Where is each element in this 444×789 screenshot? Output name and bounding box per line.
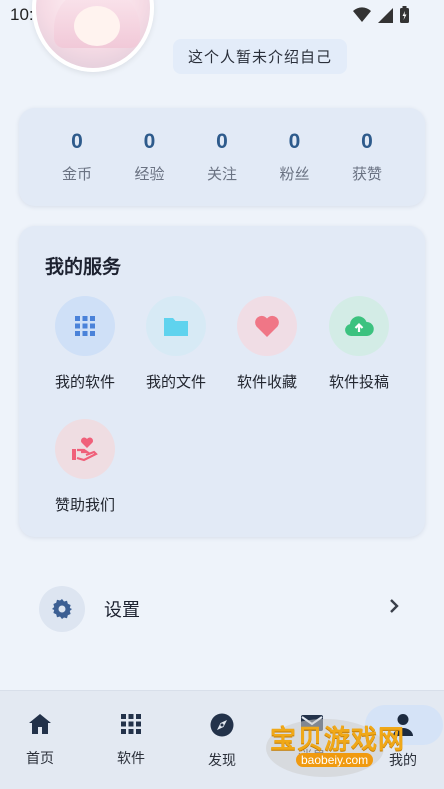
settings-icon-circle	[39, 586, 85, 632]
cloud-upload-icon	[345, 316, 374, 336]
services-card: 我的服务 我的软件 我的文件 软件收藏 软件投稿 赞助我们	[19, 226, 425, 537]
service-label: 我的软件	[54, 373, 115, 391]
nav-item-home[interactable]: 首页	[0, 713, 80, 768]
grid-icon	[75, 316, 95, 336]
stat-label: 经验	[134, 165, 165, 183]
services-title: 我的服务	[45, 256, 122, 278]
home-icon	[29, 714, 51, 734]
status-icons	[353, 6, 410, 24]
service-favorites[interactable]: 软件收藏	[221, 296, 313, 392]
avatar[interactable]	[32, 0, 154, 72]
watermark: 宝贝游戏网 baobeiy.com	[266, 695, 416, 781]
stat-label: 金币	[61, 165, 92, 183]
stat-experience[interactable]: 0 经验	[128, 108, 172, 206]
avatar-face	[74, 6, 120, 46]
service-label: 软件收藏	[236, 373, 297, 391]
service-icon-circle	[146, 296, 206, 356]
folder-icon	[164, 318, 188, 336]
nav-label: 首页	[26, 751, 54, 767]
service-my-software[interactable]: 我的软件	[39, 296, 131, 392]
stat-fans[interactable]: 0 粉丝	[273, 108, 317, 206]
stat-label: 关注	[206, 165, 237, 183]
battery-icon	[400, 6, 409, 23]
stat-value: 0	[143, 130, 156, 153]
stat-coins[interactable]: 0 金币	[55, 108, 99, 206]
stat-value: 0	[288, 130, 301, 153]
watermark-text: 宝贝游戏网	[270, 725, 406, 755]
service-my-files[interactable]: 我的文件	[130, 296, 222, 392]
service-icon-circle	[329, 296, 389, 356]
heart-icon	[255, 315, 279, 337]
service-icon-circle	[55, 419, 115, 479]
nav-item-discover[interactable]: 发现	[182, 713, 262, 770]
compass-icon	[210, 713, 234, 737]
signal-icon	[378, 8, 393, 23]
wifi-icon	[353, 7, 371, 23]
profile-bio[interactable]: 这个人暂未介绍自己	[173, 39, 348, 74]
service-label: 我的文件	[145, 373, 206, 391]
service-label: 赞助我们	[54, 496, 115, 514]
stat-label: 粉丝	[279, 165, 310, 183]
stats-card: 0 金币 0 经验 0 关注 0 粉丝 0 获赞	[19, 108, 425, 206]
stat-value: 0	[361, 130, 373, 153]
nav-label: 软件	[117, 751, 145, 767]
chevron-right-icon	[390, 599, 399, 613]
stat-likes[interactable]: 0 获赞	[345, 108, 389, 206]
settings-label: 设置	[104, 600, 140, 621]
gear-icon	[52, 599, 72, 619]
stat-value: 0	[71, 130, 83, 153]
hand-heart-icon	[72, 437, 98, 462]
stat-label: 获赞	[351, 165, 382, 183]
nav-item-software[interactable]: 软件	[91, 713, 171, 768]
nav-label: 发现	[208, 753, 236, 769]
service-icon-circle	[55, 296, 115, 356]
watermark-url: baobeiy.com	[296, 753, 374, 767]
service-sponsor[interactable]: 赞助我们	[39, 419, 131, 515]
service-submit[interactable]: 软件投稿	[313, 296, 405, 392]
settings-row[interactable]: 设置	[20, 580, 424, 638]
service-label: 软件投稿	[328, 373, 389, 391]
service-icon-circle	[237, 296, 297, 356]
stat-value: 0	[216, 130, 228, 153]
stat-following[interactable]: 0 关注	[200, 108, 244, 206]
apps-icon	[121, 714, 141, 734]
